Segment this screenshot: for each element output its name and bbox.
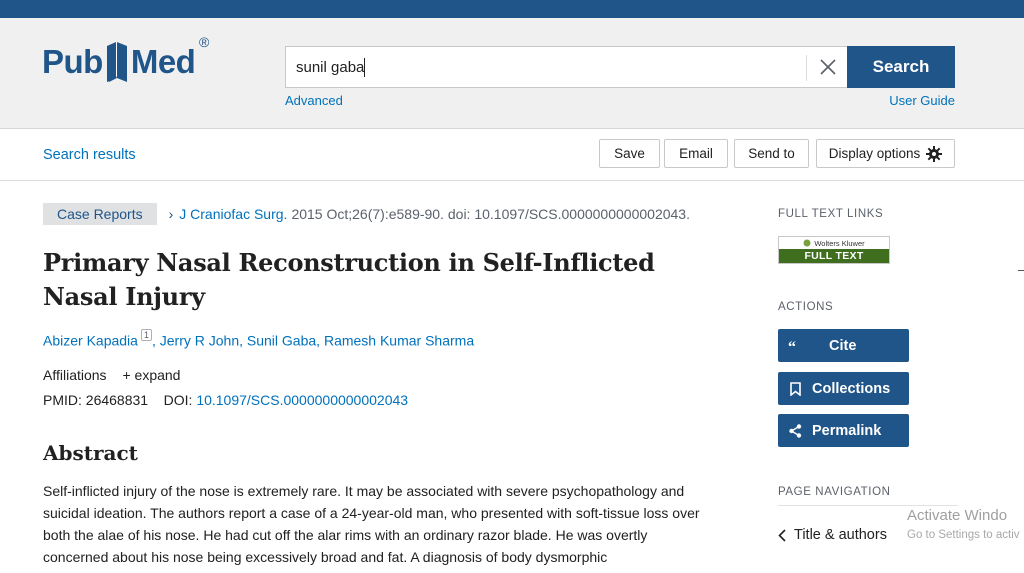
wolters-kluwer-brand: Wolters Kluwer	[779, 237, 889, 249]
authors-list: Abizer Kapadia 1, Jerry R John, Sunil Gab…	[43, 329, 475, 349]
pubmed-logo[interactable]: Pub Med ®	[42, 34, 209, 84]
expand-label: expand	[134, 367, 181, 383]
identifiers-row: PMID: 26468831 DOI: 10.1097/SCS.00000000…	[43, 392, 408, 408]
doi-label: DOI:	[163, 392, 193, 408]
logo-text-pub: Pub	[42, 43, 103, 80]
search-box	[285, 46, 847, 88]
email-button[interactable]: Email	[664, 139, 728, 168]
author-link[interactable]: Jerry R John	[160, 333, 239, 349]
article-title: Primary Nasal Reconstruction in Self-Inf…	[43, 248, 655, 311]
activate-windows-subtext: Go to Settings to activ	[907, 529, 1020, 541]
logo-text-med: Med	[130, 43, 196, 80]
page-nav-title-authors[interactable]: Title & authors	[778, 527, 887, 543]
author-link[interactable]: Ramesh Kumar Sharma	[324, 333, 474, 349]
display-options-button[interactable]: Display options	[816, 139, 955, 168]
wolters-kluwer-logo-icon	[803, 239, 811, 247]
wolters-kluwer-text: Wolters Kluwer	[814, 238, 865, 248]
expand-affiliations-button[interactable]: + expand	[122, 367, 180, 383]
text-cursor	[364, 58, 365, 77]
clear-separator	[806, 55, 807, 81]
search-button[interactable]: Search	[847, 46, 955, 88]
publication-type-badge: Case Reports	[43, 203, 157, 225]
user-guide-link[interactable]: User Guide	[889, 93, 955, 108]
pmid-value: 26468831	[85, 392, 149, 408]
permalink-button[interactable]: Permalink	[778, 414, 909, 447]
affiliation-number[interactable]: 1	[140, 329, 152, 341]
full-text-links-label: FULL TEXT LINKS	[778, 208, 884, 220]
chevron-left-icon	[778, 528, 786, 542]
doi-link[interactable]: 10.1097/SCS.0000000000002043	[196, 392, 408, 408]
clear-search-button[interactable]	[814, 53, 842, 81]
permalink-label: Permalink	[812, 422, 882, 439]
logo-wordmark: Pub Med	[42, 40, 196, 84]
top-banner-bar	[0, 0, 1024, 18]
pmid-label: PMID:	[43, 392, 82, 408]
book-icon	[106, 42, 127, 82]
cite-button[interactable]: “ Cite	[778, 329, 909, 362]
scroll-edge-mark	[1018, 270, 1024, 271]
send-to-button[interactable]: Send to	[734, 139, 809, 168]
article-toolbar: Search results Save Email Send to Displa…	[0, 129, 1024, 181]
registered-mark: ®	[199, 34, 210, 50]
quote-icon: “	[778, 340, 812, 352]
plus-icon: +	[122, 367, 131, 383]
bookmark-icon	[778, 381, 812, 396]
journal-link[interactable]: J Craniofac Surg.	[179, 206, 287, 222]
cite-label: Cite	[829, 337, 857, 354]
abstract-heading: Abstract	[43, 441, 138, 465]
full-text-label: FULL TEXT	[779, 249, 889, 263]
advanced-search-link[interactable]: Advanced	[285, 93, 343, 108]
search-results-link[interactable]: Search results	[43, 147, 136, 163]
abstract-text: Self-inflicted injury of the nose is ext…	[43, 483, 700, 565]
author-link[interactable]: Sunil Gaba	[247, 333, 316, 349]
chevron-right-icon[interactable]: ›	[169, 206, 174, 222]
activate-windows-watermark: Activate Windo	[907, 507, 1008, 524]
search-input[interactable]	[296, 47, 796, 87]
affiliations-row: Affiliations + expand	[43, 367, 180, 383]
article-citation: Case Reports › J Craniofac Surg. 2015 Oc…	[43, 203, 723, 225]
affiliations-label: Affiliations	[43, 367, 107, 383]
save-button[interactable]: Save	[599, 139, 660, 168]
citation-details: 2015 Oct;26(7):e589-90. doi: 10.1097/SCS…	[291, 206, 690, 222]
author-link[interactable]: Abizer Kapadia	[43, 333, 138, 349]
collections-label: Collections	[812, 380, 891, 397]
close-icon	[820, 59, 836, 75]
collections-button[interactable]: Collections	[778, 372, 909, 405]
page-navigation-label: PAGE NAVIGATION	[778, 486, 891, 498]
title-authors-label: Title & authors	[794, 527, 887, 543]
page-navigation-divider	[778, 505, 958, 506]
gear-icon	[926, 145, 943, 162]
full-text-links-label-wrap: FULL TEXT LINKS	[778, 208, 978, 220]
actions-label: ACTIONS	[778, 301, 834, 313]
wolters-kluwer-full-text-link[interactable]: Wolters Kluwer FULL TEXT	[778, 236, 890, 264]
share-icon	[778, 423, 812, 438]
svg-text:“: “	[788, 340, 796, 352]
display-options-label: Display options	[828, 146, 921, 161]
citation-line: Case Reports › J Craniofac Surg. 2015 Oc…	[43, 203, 723, 225]
